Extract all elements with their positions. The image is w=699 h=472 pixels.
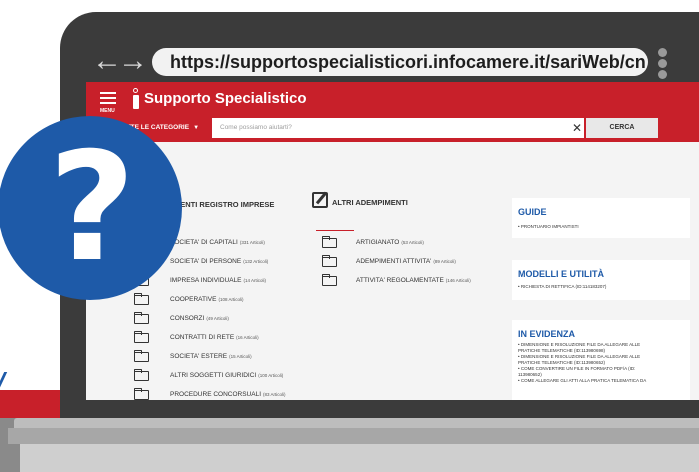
article-count: (331 Articoli)	[239, 240, 265, 245]
category-label: ATTIVITA' REGOLAMENTATE	[356, 277, 444, 284]
article-count: (108 Articoli)	[218, 297, 244, 302]
category-link[interactable]: CONSORZI (49 Articoli)	[170, 312, 229, 326]
caret-down-icon: ▼	[193, 125, 200, 131]
article-count: (132 Articoli)	[243, 259, 269, 264]
info-logo-icon	[132, 88, 140, 110]
site-header: MENU Supporto Specialistico	[86, 82, 699, 116]
category-label: CONTRATTI DI RETE	[170, 334, 235, 341]
folder-icon	[134, 388, 149, 400]
help-question-icon: ?	[0, 116, 182, 300]
article-count: (53 Articoli)	[401, 240, 424, 245]
category-link[interactable]: SOCIETA' DI CAPITALI (331 Articoli)	[170, 236, 265, 250]
site-title[interactable]: Supporto Specialistico	[144, 88, 307, 110]
article-count: (16 Articoli)	[236, 335, 259, 340]
folder-icon	[134, 331, 149, 343]
evidenza-item[interactable]: • COME ALLEGARE GLI ATTI ALLA PRATICA TE…	[512, 378, 690, 384]
folder-icon	[322, 274, 337, 286]
web-page-viewport: MENU Supporto Specialistico UTTE LE CATE…	[86, 82, 699, 400]
heading-registro-imprese: MENTI REGISTRO IMPRESE	[174, 200, 275, 209]
modelli-title: MODELLI E UTILITÀ	[518, 269, 604, 279]
article-count: (146 Articoli)	[445, 278, 471, 283]
edit-document-icon	[312, 192, 328, 208]
clear-search-icon[interactable]: ✕	[570, 118, 584, 138]
browser-toolbar: ←→ https://supportospecialisticori.infoc…	[86, 42, 699, 82]
category-label: SOCIETA' DI CAPITALI	[170, 239, 238, 246]
folder-icon	[322, 236, 337, 248]
evidenza-box: IN EVIDENZA • DIMENSIONE E RISOLUZIONE F…	[512, 320, 690, 400]
url-text: https://supportospecialisticori.infocame…	[170, 52, 646, 72]
article-count: (14 Articoli)	[243, 278, 267, 283]
hamburger-menu-icon[interactable]	[100, 92, 116, 107]
category-label: CONSORZI	[170, 315, 205, 322]
guide-title: GUIDE	[518, 207, 547, 217]
category-link[interactable]: ALTRI SOGGETTI GIURIDICI (100 Articoli)	[170, 369, 283, 383]
category-link[interactable]: ADEMPIMENTI ATTIVITA' (89 Articoli)	[356, 255, 456, 269]
category-label: COOPERATIVE	[170, 296, 217, 303]
evidenza-list: • DIMENSIONE E RISOLUZIONE FILE DA ALLEG…	[512, 340, 690, 384]
folder-icon	[134, 369, 149, 381]
category-link[interactable]: PROCEDURE CONCORSUALI (83 Articoli)	[170, 388, 286, 400]
article-count: (89 Articoli)	[433, 259, 456, 264]
category-label: PROCEDURE CONCORSUALI	[170, 391, 262, 398]
category-link[interactable]: SOCIETA' DI PERSONE (132 Articoli)	[170, 255, 268, 269]
category-link[interactable]: COOPERATIVE (108 Articoli)	[170, 293, 244, 307]
evidenza-title: IN EVIDENZA	[518, 329, 576, 339]
folder-icon	[134, 312, 149, 324]
category-label: SOCIETA' ESTERE	[170, 353, 228, 360]
category-label: ARTIGIANATO	[356, 239, 400, 246]
article-count: (15 Articoli)	[229, 354, 252, 359]
article-count: (100 Articoli)	[258, 373, 284, 378]
category-label: ALTRI SOGGETTI GIURIDICI	[170, 372, 257, 379]
category-link[interactable]: IMPRESA INDIVIDUALE (14 Articoli)	[170, 274, 266, 288]
decorative-blue-stroke	[0, 372, 19, 390]
category-label: IMPRESA INDIVIDUALE	[170, 277, 242, 284]
category-label: SOCIETA' DI PERSONE	[170, 258, 242, 265]
search-button[interactable]: CERCA	[586, 118, 658, 138]
article-count: (49 Articoli)	[206, 316, 229, 321]
menu-label: MENU	[100, 108, 115, 114]
laptop-base-middle	[8, 428, 699, 444]
modelli-box: MODELLI E UTILITÀ • RICHIESTA DI RETTIFI…	[512, 260, 690, 300]
guide-box: GUIDE • PRONTUARIO IMPIANTISTI	[512, 198, 690, 238]
kebab-menu-icon[interactable]	[658, 48, 668, 81]
laptop-base-bottom	[20, 444, 699, 472]
address-bar[interactable]: https://supportospecialisticori.infocame…	[152, 48, 648, 76]
folder-icon	[322, 255, 337, 267]
guide-item[interactable]: • PRONTUARIO IMPIANTISTI	[512, 218, 690, 230]
search-row: UTTE LE CATEGORIE ▼ Come possiamo aiutart…	[86, 116, 699, 142]
folder-icon	[134, 350, 149, 362]
search-input[interactable]: Come possiamo aiutarti?	[212, 118, 582, 138]
section-underline	[316, 230, 354, 231]
category-link[interactable]: SOCIETA' ESTERE (15 Articoli)	[170, 350, 252, 364]
category-link[interactable]: ATTIVITA' REGOLAMENTATE (146 Articoli)	[356, 274, 471, 288]
heading-altri-adempimenti: ALTRI ADEMPIMENTI	[332, 198, 408, 207]
article-count: (83 Articoli)	[263, 392, 286, 397]
category-link[interactable]: CONTRATTI DI RETE (16 Articoli)	[170, 331, 259, 345]
question-mark: ?	[48, 121, 136, 295]
category-label: ADEMPIMENTI ATTIVITA'	[356, 258, 432, 265]
modelli-item[interactable]: • RICHIESTA DI RETTIFICA (ID:114183207)	[512, 280, 690, 290]
laptop-base-edge	[14, 418, 699, 428]
back-forward-arrows-icon[interactable]: ←→	[92, 44, 148, 78]
category-link[interactable]: ARTIGIANATO (53 Articoli)	[356, 236, 424, 250]
